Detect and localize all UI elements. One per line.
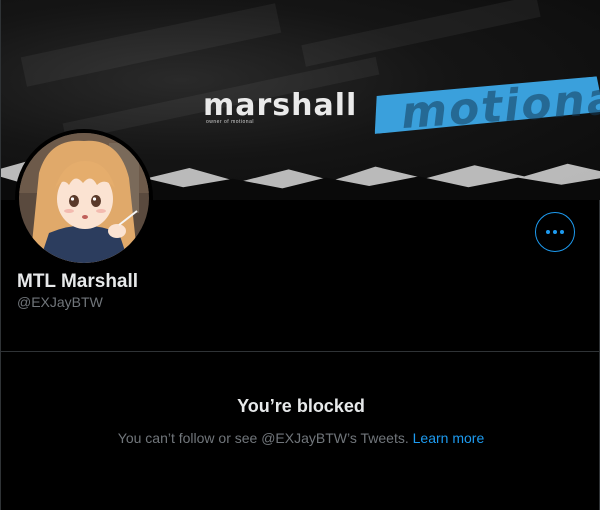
banner-brand-text: marshall (203, 88, 358, 123)
banner-brand-subtext: owner of motional (206, 119, 254, 125)
learn-more-link[interactable]: Learn more (413, 430, 485, 446)
banner-tape-text: motional (399, 71, 600, 140)
display-name: MTL Marshall (17, 271, 139, 292)
avatar[interactable] (15, 129, 153, 267)
blocked-description: You can’t follow or see @EXJayBTW’s Twee… (117, 430, 409, 446)
blocked-title: You’re blocked (237, 396, 365, 416)
blocked-description-line: You can’t follow or see @EXJayBTW’s Twee… (1, 430, 600, 446)
divider (1, 351, 600, 352)
more-icon (546, 230, 564, 234)
avatar-image (19, 133, 149, 263)
profile-page: motional marshall owner of motional MTL … (0, 0, 600, 510)
user-handle: @EXJayBTW (17, 294, 103, 310)
more-button[interactable] (535, 212, 575, 252)
